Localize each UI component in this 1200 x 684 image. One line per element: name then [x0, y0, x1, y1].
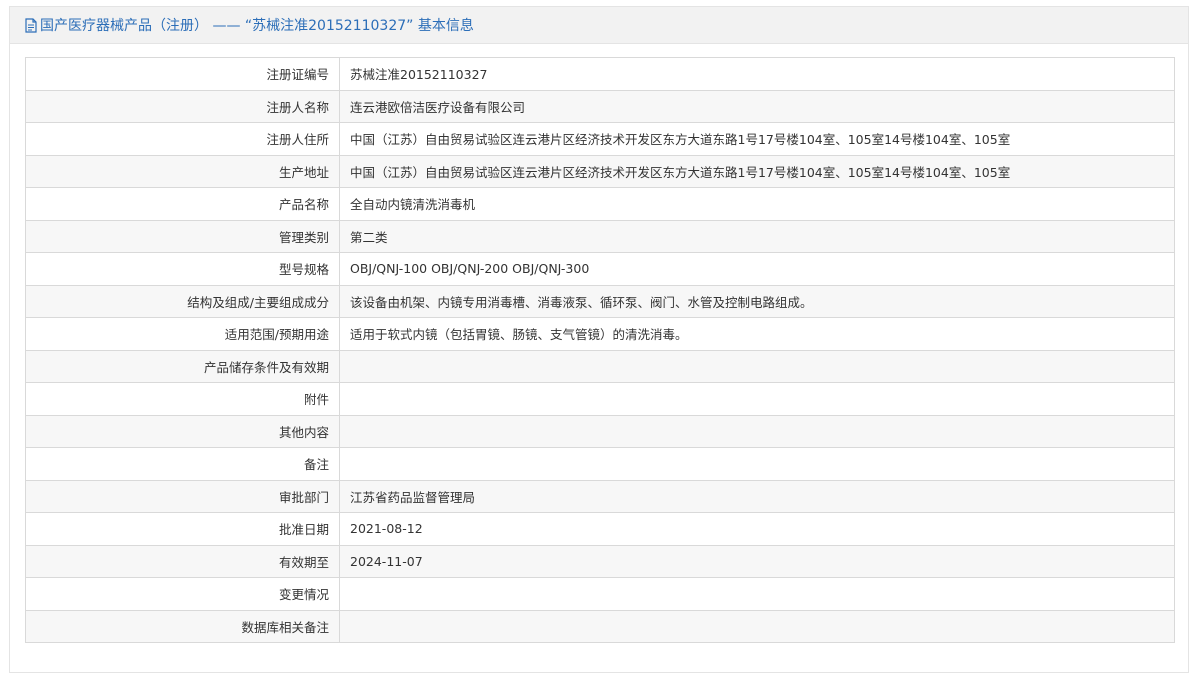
row-label: 注册人名称	[25, 89, 340, 123]
row-label: 结构及组成/主要组成成分	[25, 284, 340, 318]
table-row: 备注	[25, 447, 1175, 481]
row-value	[339, 414, 1175, 448]
detail-table: 注册证编号 苏械注准20152110327 注册人名称 连云港欧倍洁医疗设备有限公司…	[25, 57, 1175, 643]
row-label: 型号规格	[25, 252, 340, 286]
table-row: 注册人住所 中国（江苏）自由贸易试验区连云港片区经济技术开发区东方大道东路1号17…	[25, 122, 1175, 156]
table-row: 注册证编号 苏械注准20152110327	[25, 57, 1175, 91]
row-label: 有效期至	[25, 544, 340, 578]
row-label: 数据库相关备注	[25, 609, 340, 643]
detail-table-wrapper: 注册证编号 苏械注准20152110327 注册人名称 连云港欧倍洁医疗设备有限公司…	[25, 57, 1175, 643]
row-label: 生产地址	[25, 154, 340, 188]
row-value: 适用于软式内镜（包括胃镜、肠镜、支气管镜）的清洗消毒。	[339, 317, 1175, 351]
row-label: 批准日期	[25, 512, 340, 546]
row-value: 中国（江苏）自由贸易试验区连云港片区经济技术开发区东方大道东路1号17号楼104…	[339, 154, 1175, 188]
table-row: 注册人名称 连云港欧倍洁医疗设备有限公司	[25, 89, 1175, 123]
row-label: 审批部门	[25, 479, 340, 513]
table-row: 结构及组成/主要组成成分 该设备由机架、内镜专用消毒槽、消毒液泵、循环泵、阀门、水…	[25, 284, 1175, 318]
row-label: 适用范围/预期用途	[25, 317, 340, 351]
row-value: 第二类	[339, 219, 1175, 253]
document-icon	[24, 17, 38, 33]
table-row: 审批部门 江苏省药品监督管理局	[25, 479, 1175, 513]
table-row: 批准日期 2021-08-12	[25, 512, 1175, 546]
row-value: 江苏省药品监督管理局	[339, 479, 1175, 513]
table-row: 生产地址 中国（江苏）自由贸易试验区连云港片区经济技术开发区东方大道东路1号17号…	[25, 154, 1175, 188]
row-label: 注册人住所	[25, 122, 340, 156]
table-row: 适用范围/预期用途 适用于软式内镜（包括胃镜、肠镜、支气管镜）的清洗消毒。	[25, 317, 1175, 351]
table-row: 数据库相关备注	[25, 609, 1175, 643]
row-label: 附件	[25, 382, 340, 416]
table-row: 管理类别 第二类	[25, 219, 1175, 253]
row-value	[339, 577, 1175, 611]
panel-header: 国产医疗器械产品（注册） —— “苏械注准20152110327” 基本信息	[10, 7, 1188, 44]
row-value	[339, 609, 1175, 643]
row-value	[339, 349, 1175, 383]
row-value: 全自动内镜清洗消毒机	[339, 187, 1175, 221]
table-row: 其他内容	[25, 414, 1175, 448]
row-value: OBJ/QNJ-100 OBJ/QNJ-200 OBJ/QNJ-300	[339, 252, 1175, 286]
row-label: 其他内容	[25, 414, 340, 448]
row-value: 2024-11-07	[339, 544, 1175, 578]
table-row: 产品储存条件及有效期	[25, 349, 1175, 383]
row-label: 备注	[25, 447, 340, 481]
table-row: 型号规格 OBJ/QNJ-100 OBJ/QNJ-200 OBJ/QNJ-300	[25, 252, 1175, 286]
row-label: 产品储存条件及有效期	[25, 349, 340, 383]
page-title: 国产医疗器械产品（注册） —— “苏械注准20152110327” 基本信息	[40, 18, 474, 34]
table-row: 产品名称 全自动内镜清洗消毒机	[25, 187, 1175, 221]
row-label: 注册证编号	[25, 57, 340, 91]
info-panel: 国产医疗器械产品（注册） —— “苏械注准20152110327” 基本信息 注…	[9, 6, 1189, 673]
row-label: 管理类别	[25, 219, 340, 253]
row-label: 产品名称	[25, 187, 340, 221]
row-value: 苏械注准20152110327	[339, 57, 1175, 91]
row-label: 变更情况	[25, 577, 340, 611]
table-row: 附件	[25, 382, 1175, 416]
row-value: 中国（江苏）自由贸易试验区连云港片区经济技术开发区东方大道东路1号17号楼104…	[339, 122, 1175, 156]
row-value	[339, 382, 1175, 416]
row-value: 连云港欧倍洁医疗设备有限公司	[339, 89, 1175, 123]
row-value: 该设备由机架、内镜专用消毒槽、消毒液泵、循环泵、阀门、水管及控制电路组成。	[339, 284, 1175, 318]
table-row: 变更情况	[25, 577, 1175, 611]
table-row: 有效期至 2024-11-07	[25, 544, 1175, 578]
row-value: 2021-08-12	[339, 512, 1175, 546]
row-value	[339, 447, 1175, 481]
